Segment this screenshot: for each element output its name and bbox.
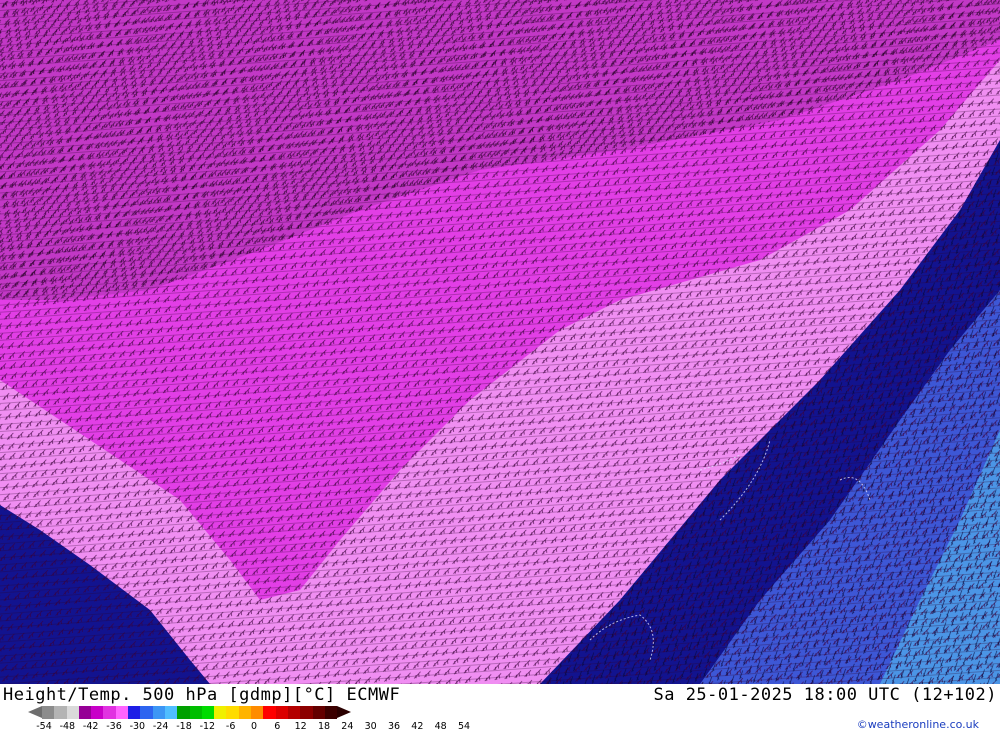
legend-tick-label: -42 (82, 721, 99, 732)
legend-tick-label: 12 (294, 721, 307, 732)
legend-swatches (42, 705, 338, 719)
legend-tick-label: -54 (36, 721, 52, 732)
legend-tick-label: -30 (129, 721, 146, 732)
legend-tick-label: -18 (176, 721, 192, 732)
legend-tick-label: 48 (434, 721, 447, 732)
legend-tick-label: -12 (199, 721, 216, 732)
legend-swatch (128, 705, 141, 719)
legend-tick-label: 18 (317, 721, 331, 732)
legend-swatch (226, 705, 239, 719)
chart-title: Height/Temp. 500 hPa [gdmp][°C] ECMWF (3, 685, 401, 705)
legend-swatch (78, 705, 92, 719)
site-credit[interactable]: ©weatheronline.co.uk (857, 718, 979, 731)
legend-arrow-right (337, 706, 352, 718)
chart-footer: Height/Temp. 500 hPa [gdmp][°C] ECMWF Sa… (0, 684, 1000, 733)
legend-swatch (189, 705, 202, 719)
legend-tick-label: 0 (250, 721, 258, 732)
legend-arrow-left (28, 706, 42, 718)
legend-tick-label: -36 (106, 721, 122, 732)
legend-swatch (275, 705, 288, 719)
legend-swatch (324, 705, 338, 719)
temperature-map (0, 0, 1000, 684)
legend-swatch (300, 705, 313, 719)
legend-tick-label: 24 (341, 721, 354, 732)
legend-tick-label: 36 (387, 721, 401, 732)
legend-tick-label: 6 (274, 721, 281, 732)
legend-swatch (66, 705, 79, 719)
legend-tick-label: -24 (152, 721, 169, 732)
color-legend (28, 705, 352, 719)
legend-swatch (238, 705, 252, 719)
legend-ticks: -54 -48 -42 -36 -30 -24 -18 -12 -6 0 6 12 18 24 30 36 42… (34, 721, 474, 733)
legend-swatch (214, 705, 227, 719)
legend-tick-label: -48 (59, 721, 76, 732)
legend-swatch (91, 705, 104, 719)
valid-time: Sa 25-01-2025 18:00 UTC (12+102) (653, 685, 997, 705)
legend-tick-label: 54 (457, 721, 471, 732)
legend-tick-label: -6 (225, 721, 236, 732)
legend-swatch (201, 705, 215, 719)
legend-swatch (140, 705, 153, 719)
weather-chart: Height/Temp. 500 hPa [gdmp][°C] ECMWF Sa… (0, 0, 1000, 733)
legend-swatch (115, 705, 129, 719)
legend-swatch (54, 705, 67, 719)
legend-swatch (263, 705, 276, 719)
legend-swatch (251, 705, 264, 719)
legend-swatch (287, 705, 301, 719)
legend-tick-label: 42 (411, 721, 424, 732)
legend-swatch (42, 705, 55, 719)
legend-swatch (177, 705, 190, 719)
legend-swatch (312, 705, 325, 719)
legend-swatch (152, 705, 165, 719)
legend-swatch (103, 705, 116, 719)
legend-swatch (164, 705, 178, 719)
legend-tick-label: 30 (364, 721, 377, 732)
